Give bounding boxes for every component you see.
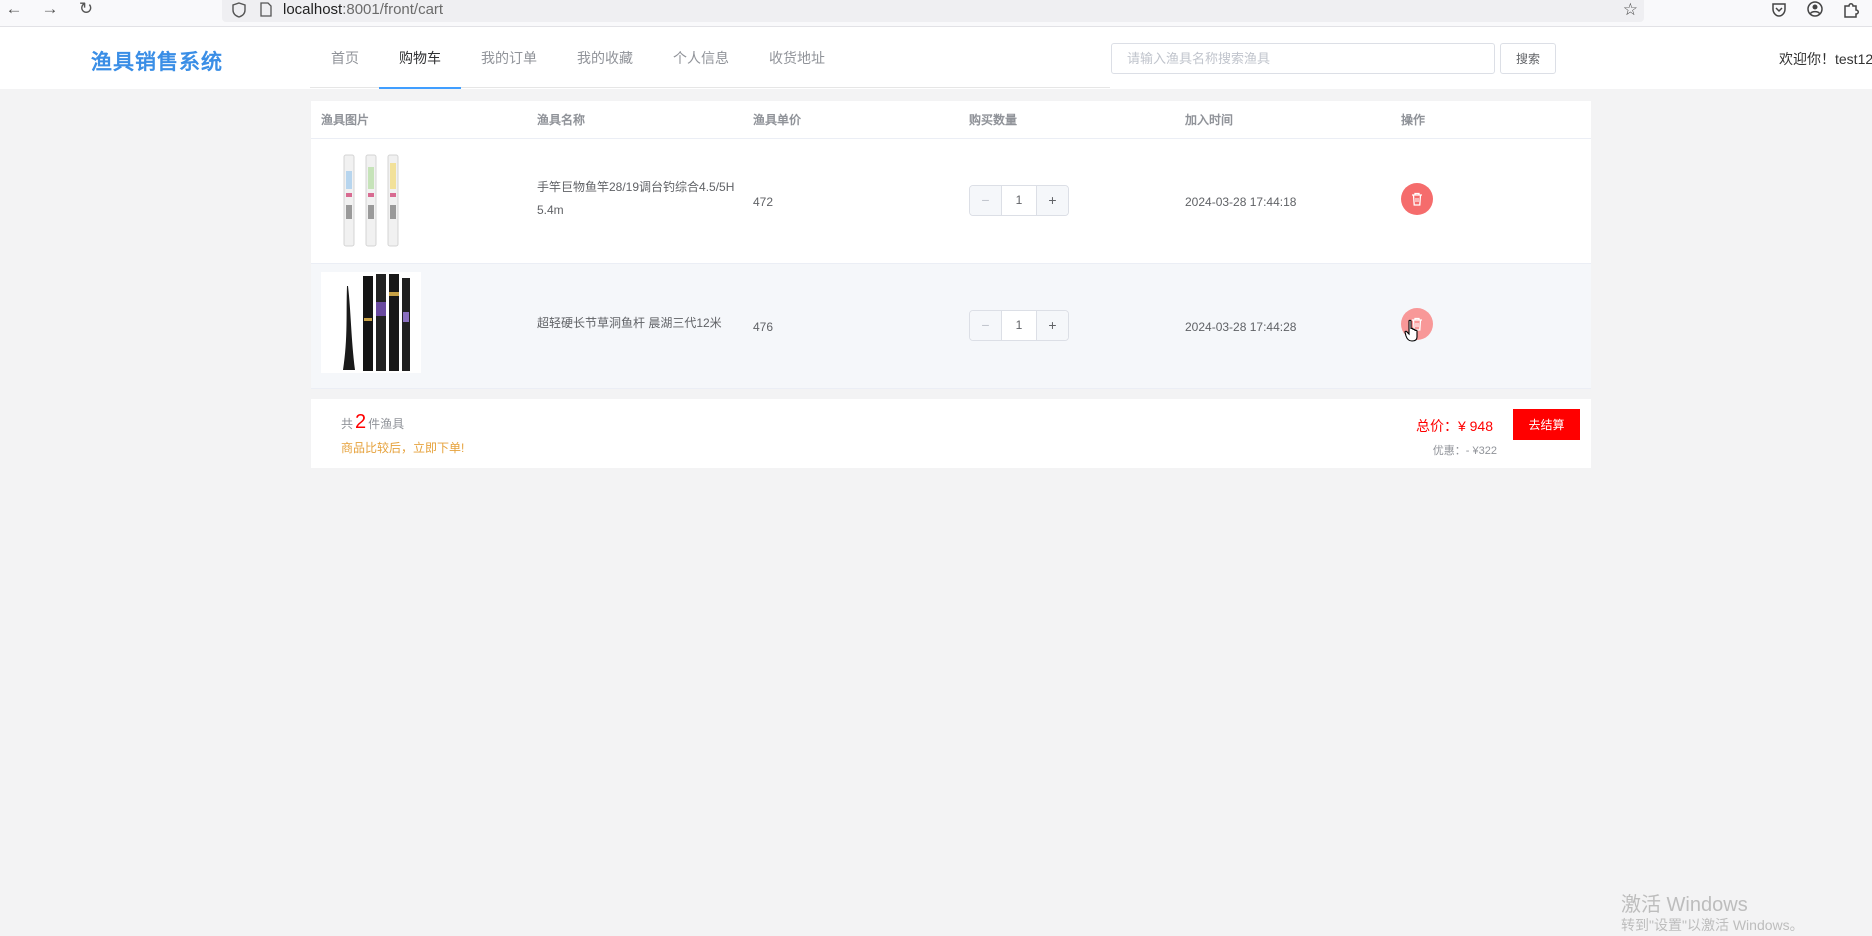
column-header-image: 渔具图片 [321,113,370,127]
column-header-quantity: 购买数量 [969,113,1018,127]
table-row: 手竿巨物鱼竿28/19调台钓综合4.5/5H 5.4m 472 − 1 + 20… [311,139,1591,264]
search-button[interactable]: 搜索 [1500,43,1556,74]
site-header: 渔具销售系统 首页 购物车 我的订单 我的收藏 个人信息 收货地址 搜索 欢迎你… [0,27,1872,89]
url-text: localhost:8001/front/cart [283,1,443,18]
shield-icon [232,2,246,18]
hand-cursor-icon [1404,319,1418,342]
pocket-icon[interactable] [1768,0,1790,20]
product-image[interactable] [321,147,421,248]
trash-icon [1412,192,1422,206]
table-row: 超轻硬长节草洞鱼杆 晨湖三代12米 476 − 1 + 2024-03-28 1… [311,264,1591,389]
activation-watermark-subtitle: 转到"设置"以激活 Windows。 [1621,917,1804,933]
welcome-text: 欢迎你！test12 [1779,51,1872,67]
decrease-button[interactable]: − [970,186,1002,215]
reload-icon[interactable]: ↻ [75,0,97,20]
quantity-stepper: − 1 + [969,310,1069,341]
menu-item-home[interactable]: 首页 [326,27,364,89]
column-header-price: 渔具单价 [753,113,802,127]
table-header: 渔具图片 渔具名称 渔具单价 购买数量 加入时间 操作 [311,101,1591,139]
quantity-stepper: − 1 + [969,185,1069,216]
menu-item-address[interactable]: 收货地址 [764,27,830,89]
discount-label: 优惠： [1432,445,1466,457]
count-suffix: 件渔具 [368,417,405,431]
total-label: 总价： [1415,418,1458,434]
product-price: 476 [753,320,774,334]
count-number: 2 [355,411,367,433]
page-icon [260,2,272,17]
decrease-button[interactable]: − [970,311,1002,340]
url-host: localhost [283,1,343,18]
browser-toolbar: ← → ↻ localhost:8001/front/cart ☆ [0,0,1872,27]
back-icon[interactable]: ← [3,0,25,20]
menu-item-orders[interactable]: 我的订单 [476,27,542,89]
increase-button[interactable]: + [1036,311,1068,340]
product-price: 472 [753,195,774,209]
discount-value: - ¥322 [1465,445,1497,457]
address-bar[interactable]: localhost:8001/front/cart ☆ [222,0,1644,22]
column-header-action: 操作 [1401,113,1426,127]
order-tip: 商品比较后，立即下单! [341,441,465,455]
product-name: 手竿巨物鱼竿28/19调台钓综合4.5/5H 5.4m [537,180,735,217]
menu-item-cart[interactable]: 购物车 [379,27,461,89]
product-image[interactable] [321,272,421,373]
increase-button[interactable]: + [1036,186,1068,215]
menu-item-profile[interactable]: 个人信息 [668,27,734,89]
quantity-value[interactable]: 1 [1002,186,1036,215]
column-header-name: 渔具名称 [537,113,586,127]
total-price: 总价：¥ 948 [1416,416,1493,436]
added-time: 2024-03-28 17:44:18 [1185,195,1297,209]
checkout-button[interactable]: 去结算 [1513,409,1580,440]
quantity-value[interactable]: 1 [1002,311,1036,340]
extensions-icon[interactable] [1840,0,1862,20]
delete-button[interactable] [1401,183,1433,215]
forward-icon[interactable]: → [39,0,61,20]
activation-watermark-title: 激活 Windows [1621,894,1748,916]
cart-table: 渔具图片 渔具名称 渔具单价 购买数量 加入时间 操作 手竿巨物鱼竿28/19调… [311,101,1591,389]
menu-item-favorites[interactable]: 我的收藏 [572,27,638,89]
product-name: 超轻硬长节草洞鱼杆 晨湖三代12米 [537,316,722,330]
search-input[interactable] [1111,43,1495,74]
url-path: :8001/front/cart [342,1,444,18]
bookmark-star-icon[interactable]: ☆ [1623,1,1638,19]
total-value: ¥ 948 [1457,418,1493,434]
added-time: 2024-03-28 17:44:28 [1185,320,1297,334]
discount: 优惠：- ¥322 [1433,442,1497,458]
site-logo[interactable]: 渔具销售系统 [91,46,223,76]
count-prefix: 共 [341,417,354,431]
item-count: 共 2 件渔具 [341,411,404,434]
column-header-time: 加入时间 [1185,113,1234,127]
account-icon[interactable] [1804,0,1826,20]
cart-summary: 共 2 件渔具 商品比较后，立即下单! 总价：¥ 948 优惠：- ¥322 去结算 [311,399,1591,468]
